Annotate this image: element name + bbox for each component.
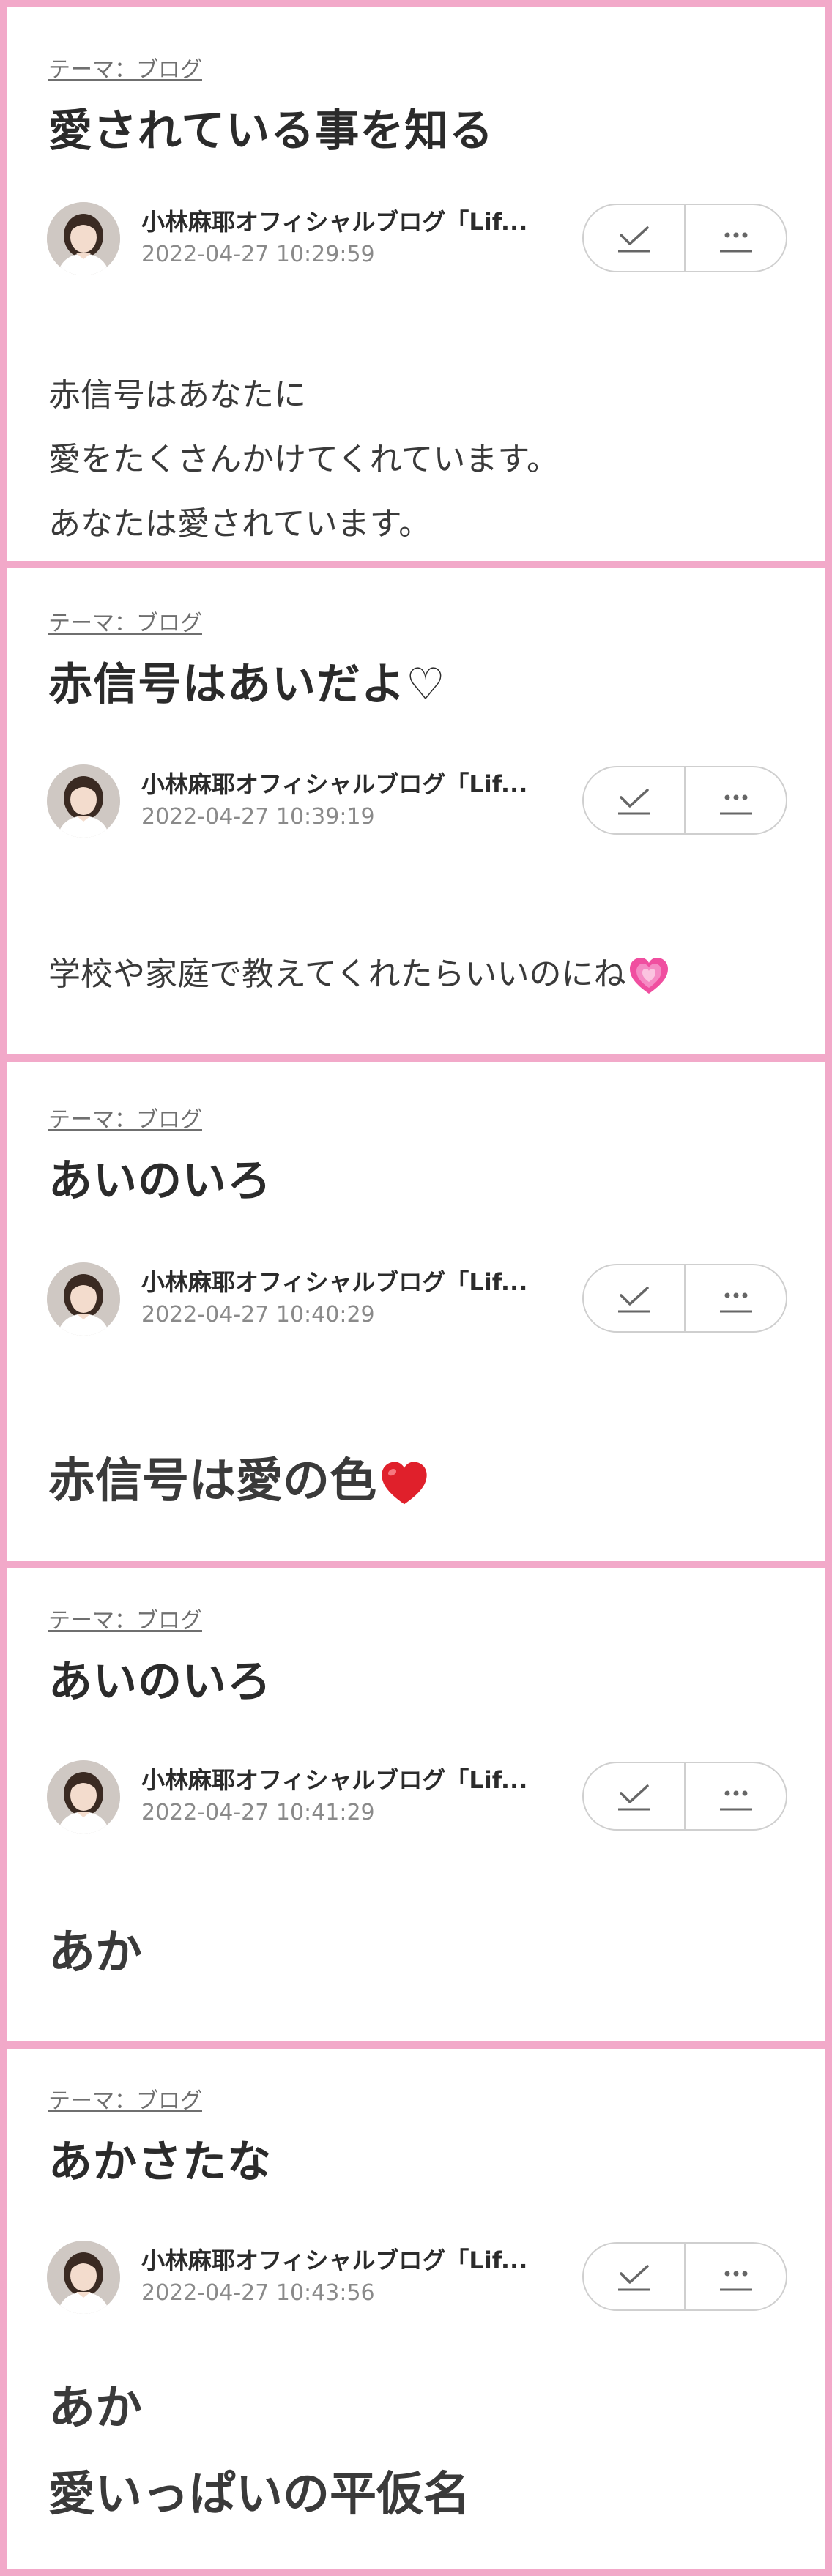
avatar-image	[47, 1262, 120, 1336]
post-body: 赤信号はあなたに 愛をたくさんかけてくれています。 あなたは愛されています。	[48, 363, 559, 556]
blog-post: テーマ：ブログ あいのいろ 小林麻耶オフィシャルブログ「Lif... 2022-…	[7, 1568, 825, 2041]
blog-feed: テーマ：ブログ 愛されている事を知る 小林麻耶オフィシャルブログ「Lif... …	[0, 0, 832, 2576]
check-icon	[617, 1784, 650, 1811]
action-group	[582, 2242, 787, 2311]
author-avatar[interactable]	[47, 202, 120, 275]
more-button[interactable]	[684, 2244, 786, 2309]
post-date: 2022-04-27 10:39:19	[141, 804, 375, 830]
more-button[interactable]	[684, 205, 786, 271]
more-icon	[719, 1292, 752, 1313]
author-avatar[interactable]	[47, 1262, 120, 1336]
red-heart-icon	[382, 1462, 427, 1505]
action-group	[582, 204, 787, 272]
more-icon	[719, 232, 752, 253]
post-body: あか 愛いっぱいの平仮名	[48, 2365, 470, 2538]
theme-link[interactable]: テーマ：ブログ	[48, 1101, 202, 1133]
check-button[interactable]	[584, 1763, 684, 1829]
post-date: 2022-04-27 10:40:29	[141, 1302, 375, 1328]
avatar-image	[47, 1760, 120, 1834]
author-name[interactable]: 小林麻耶オフィシャルブログ「Lif...	[141, 204, 527, 237]
author-avatar[interactable]	[47, 1760, 120, 1834]
blog-post: テーマ：ブログ あいのいろ 小林麻耶オフィシャルブログ「Lif... 2022-…	[7, 1062, 825, 1561]
post-date: 2022-04-27 10:43:56	[141, 2280, 375, 2306]
post-title[interactable]: あいのいろ	[48, 1646, 272, 1710]
check-icon	[617, 789, 650, 815]
author-name[interactable]: 小林麻耶オフィシャルブログ「Lif...	[141, 766, 527, 800]
post-body: 学校や家庭で教えてくれたらいいのにね	[48, 942, 671, 1007]
body-line: あか	[48, 2381, 142, 2435]
post-title[interactable]: あかさたな	[48, 2126, 272, 2190]
avatar-image	[47, 202, 120, 275]
post-body: 赤信号は愛の色	[48, 1438, 431, 1525]
post-title[interactable]: あいのいろ	[48, 1145, 272, 1209]
body-line: あなたは愛されています。	[48, 505, 431, 543]
theme-link[interactable]: テーマ：ブログ	[48, 2082, 202, 2115]
post-body: あか	[48, 1910, 142, 1996]
author-name[interactable]: 小林麻耶オフィシャルブログ「Lif...	[141, 2242, 527, 2276]
action-group	[582, 766, 787, 835]
check-button[interactable]	[584, 767, 684, 833]
body-line: あか	[48, 1926, 142, 1980]
more-icon	[719, 1790, 752, 1811]
more-button[interactable]	[684, 767, 786, 833]
post-title[interactable]: 愛されている事を知る	[48, 95, 494, 159]
action-group	[582, 1762, 787, 1831]
theme-link[interactable]: テーマ：ブログ	[48, 51, 202, 83]
body-line: 愛をたくさんかけてくれています。	[48, 441, 559, 478]
check-button[interactable]	[584, 2244, 684, 2309]
more-icon	[719, 794, 752, 815]
author-avatar[interactable]	[47, 764, 120, 838]
more-icon	[719, 2271, 752, 2291]
action-group	[582, 1264, 787, 1333]
author-avatar[interactable]	[47, 2241, 120, 2314]
check-button[interactable]	[584, 205, 684, 271]
body-line: 愛いっぱいの平仮名	[48, 2468, 470, 2522]
avatar-image	[47, 2241, 120, 2314]
body-line: 赤信号は愛の色	[48, 1454, 376, 1508]
avatar-image	[47, 764, 120, 838]
post-date: 2022-04-27 10:41:29	[141, 1800, 375, 1825]
check-icon	[617, 226, 650, 253]
blog-post: テーマ：ブログ あかさたな 小林麻耶オフィシャルブログ「Lif... 2022-…	[7, 2049, 825, 2569]
theme-link[interactable]: テーマ：ブログ	[48, 1602, 202, 1634]
theme-link[interactable]: テーマ：ブログ	[48, 605, 202, 637]
body-line: 学校や家庭で教えてくれたらいいのにね	[48, 956, 626, 993]
author-name[interactable]: 小林麻耶オフィシャルブログ「Lif...	[141, 1264, 527, 1298]
blog-post: テーマ：ブログ 赤信号はあいだよ♡ 小林麻耶オフィシャルブログ「Lif... 2…	[7, 568, 825, 1054]
body-line: 赤信号はあなたに	[48, 376, 306, 414]
blog-post: テーマ：ブログ 愛されている事を知る 小林麻耶オフィシャルブログ「Lif... …	[7, 7, 825, 561]
more-button[interactable]	[684, 1265, 786, 1331]
check-icon	[617, 2265, 650, 2291]
more-button[interactable]	[684, 1763, 786, 1829]
check-icon	[617, 1287, 650, 1313]
post-title[interactable]: 赤信号はあいだよ♡	[48, 649, 446, 712]
check-button[interactable]	[584, 1265, 684, 1331]
post-date: 2022-04-27 10:29:59	[141, 242, 375, 267]
growing-heart-icon	[630, 958, 669, 994]
author-name[interactable]: 小林麻耶オフィシャルブログ「Lif...	[141, 1762, 527, 1795]
